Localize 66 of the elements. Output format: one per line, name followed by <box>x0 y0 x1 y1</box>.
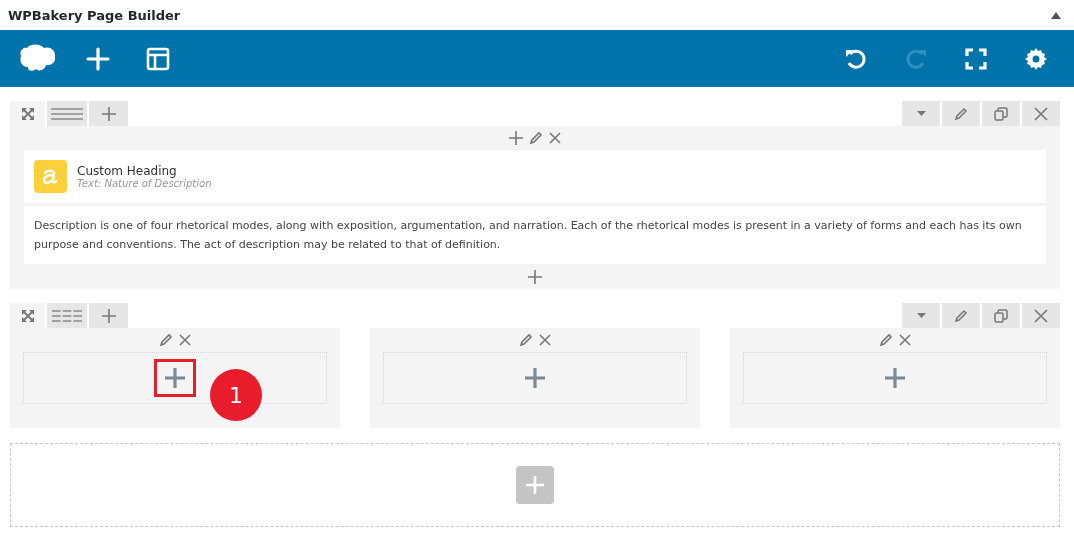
add-element-button[interactable] <box>527 270 543 284</box>
close-icon <box>1034 308 1048 323</box>
delete-column-button[interactable] <box>898 334 912 346</box>
move-icon <box>21 107 34 120</box>
move-row-handle[interactable] <box>10 303 45 328</box>
pencil-icon <box>529 131 543 145</box>
close-icon <box>179 334 191 346</box>
close-icon <box>1034 106 1048 121</box>
delete-row-button[interactable] <box>1022 303 1060 328</box>
edit-column-button[interactable] <box>878 333 894 347</box>
close-icon <box>899 334 911 346</box>
element-subtitle: Text: Nature of Description <box>77 178 212 189</box>
row-layout-button[interactable] <box>47 303 87 328</box>
edit-column-button[interactable] <box>518 333 534 347</box>
collapse-arrow-icon[interactable] <box>1051 11 1061 19</box>
element-title: Custom Heading <box>77 164 178 178</box>
add-element-button[interactable] <box>508 131 524 145</box>
delete-column-button[interactable] <box>548 132 562 144</box>
close-icon <box>539 334 551 346</box>
plus-icon <box>164 367 186 389</box>
edit-column-button[interactable] <box>158 333 174 347</box>
pencil-icon <box>519 333 533 347</box>
row-dropdown-button[interactable] <box>902 101 940 126</box>
fullscreen-icon <box>964 46 988 71</box>
delete-column-button[interactable] <box>538 334 552 346</box>
heading-element[interactable]: Custom Heading Text: Nature of Description <box>24 150 1046 203</box>
step-badge: 1 <box>210 369 262 421</box>
text-paragraph: Description is one of four rhetorical modes, along with exposition, argumentation, and narration. Each of the rhetorical modes is present in a variety of forms and each has its own purpose and conventions. The act of description may be related to that of definition. <box>34 218 1023 253</box>
row-dropdown-button[interactable] <box>902 303 940 328</box>
copy-icon <box>994 308 1008 323</box>
caret-icon <box>916 111 926 116</box>
edit-row-button[interactable] <box>942 101 980 126</box>
move-row-handle[interactable] <box>10 101 45 126</box>
plus-icon <box>528 270 542 284</box>
add-column-button[interactable] <box>89 303 128 328</box>
pencil-icon <box>159 333 173 347</box>
copy-icon <box>994 106 1008 121</box>
clone-row-button[interactable] <box>982 303 1020 328</box>
add-element-button[interactable] <box>154 359 196 397</box>
cloud-logo-icon <box>19 43 57 74</box>
plus-icon <box>101 106 116 121</box>
close-icon <box>549 132 561 144</box>
move-icon <box>21 309 34 322</box>
edit-column-button[interactable] <box>528 131 544 145</box>
panel-title: WPBakery Page Builder <box>8 7 181 23</box>
plus-icon <box>524 367 546 389</box>
delete-column-button[interactable] <box>178 334 192 346</box>
heading-element-icon <box>34 160 67 193</box>
edit-row-button[interactable] <box>942 303 980 328</box>
pencil-icon <box>879 333 893 347</box>
plus-icon <box>101 308 116 323</box>
caret-icon <box>916 313 926 318</box>
row-layout-icon <box>51 107 83 120</box>
plus-icon <box>525 475 545 495</box>
pencil-icon <box>954 308 968 323</box>
plus-icon <box>509 131 523 145</box>
plus-icon <box>884 367 906 389</box>
delete-row-button[interactable] <box>1022 101 1060 126</box>
clone-row-button[interactable] <box>982 101 1020 126</box>
pencil-icon <box>954 106 968 121</box>
plus-icon <box>86 46 110 71</box>
row-layout-icon <box>51 309 83 322</box>
layout-icon <box>146 46 170 71</box>
settings-icon <box>1024 46 1048 71</box>
row-layout-button[interactable] <box>47 101 87 126</box>
add-column-button[interactable] <box>89 101 128 126</box>
